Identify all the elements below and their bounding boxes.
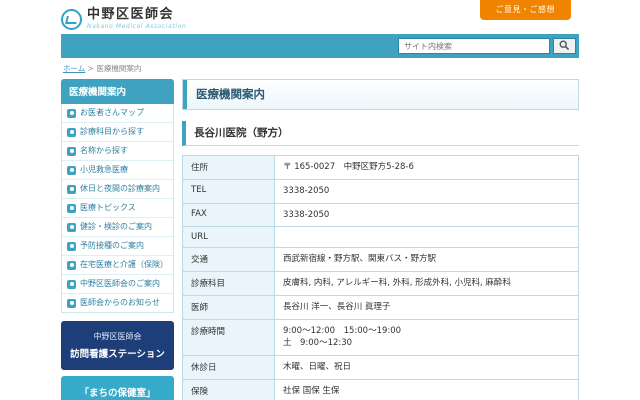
logo-icon [61,9,82,30]
sidebar: 医療機関案内 お医者さんマップ 診療科目から探す 名称から探す 小児救急医療 休… [61,79,174,400]
table-row: 住所〒 165-0027 中野区野方5-28-6 [183,156,579,180]
search-button[interactable] [553,38,576,54]
syringe-icon [67,242,76,251]
table-row: 診療科目皮膚科, 内科, アレルギー科, 外科, 形成外科, 小児科, 麻酔科 [183,272,579,296]
page-title: 医療機関案内 [182,79,579,110]
magnifier-icon [67,147,76,156]
home-icon [67,261,76,270]
machi-no-hokenshitsu-banner[interactable]: 「まちの保健室」 相談受付中 [61,376,174,400]
stethoscope-icon [67,128,76,137]
site-subtitle: Nakano Medical Association [87,23,186,30]
site-logo[interactable]: 中野区医師会 Nakano Medical Association [61,4,186,30]
search-bar [61,34,579,58]
site-header: 中野区医師会 Nakano Medical Association ご意見・ご感… [61,0,579,34]
sidebar-item-association-info[interactable]: 中野区医師会のご案内 [62,275,173,294]
page: 中野区医師会 Nakano Medical Association ご意見・ご感… [61,0,579,400]
table-row: FAX3338-2050 [183,203,579,227]
table-row: 保険社保 国保 生保 [183,379,579,400]
lightbulb-icon [67,204,76,213]
megaphone-icon [67,299,76,308]
main-content: 医療機関案内 長谷川医院（野方） 住所〒 165-0027 中野区野方5-28-… [182,79,579,400]
sidebar-item-search-by-department[interactable]: 診療科目から探す [62,123,173,142]
sidebar-header: 医療機関案内 [61,79,174,104]
breadcrumb: ホーム > 医療機関案内 [61,58,579,79]
sidebar-item-vaccination[interactable]: 予防接種のご案内 [62,237,173,256]
breadcrumb-home-link[interactable]: ホーム [63,64,85,73]
sidebar-item-medical-topics[interactable]: 医療トピックス [62,199,173,218]
association-icon [67,280,76,289]
site-title: 中野区医師会 [87,8,186,23]
table-row: URL [183,227,579,248]
sidebar-item-association-news[interactable]: 医師会からのお知らせ [62,294,173,312]
document-icon [67,223,76,232]
search-input[interactable] [398,38,550,54]
sidebar-item-pediatric-emergency[interactable]: 小児救急医療 [62,161,173,180]
sidebar-item-doctor-map[interactable]: お医者さんマップ [62,104,173,123]
table-row: 医師長谷川 洋一、長谷川 眞理子 [183,295,579,319]
emergency-icon [67,166,76,175]
sidebar-item-health-checkup[interactable]: 健診・検診のご案内 [62,218,173,237]
clinic-name-heading: 長谷川医院（野方） [182,121,579,146]
search-icon [559,39,570,54]
visiting-nurse-station-banner[interactable]: 中野区医師会 訪問看護ステーション [61,321,174,370]
sidebar-nav: お医者さんマップ 診療科目から探す 名称から探す 小児救急医療 休日と夜間の診療… [61,104,174,313]
breadcrumb-current: 医療機関案内 [96,64,141,73]
clinic-info-table: 住所〒 165-0027 中野区野方5-28-6 TEL3338-2050 FA… [182,155,579,400]
table-row: TEL3338-2050 [183,179,579,203]
table-row: 診療時間9:00〜12:00 15:00〜19:00 土 9:00〜12:30 [183,319,579,356]
feedback-button[interactable]: ご意見・ご感想 [480,0,572,20]
sidebar-item-search-by-name[interactable]: 名称から探す [62,142,173,161]
sidebar-item-home-care[interactable]: 在宅医療と介護（保険） [62,256,173,275]
map-icon [67,109,76,118]
sidebar-item-holiday-night-care[interactable]: 休日と夜間の診療案内 [62,180,173,199]
table-row: 休診日木曜、日曜、祝日 [183,356,579,380]
table-row: 交通西武新宿線・野方駅、関東バス・野方駅 [183,248,579,272]
breadcrumb-separator: > [88,64,94,73]
moon-icon [67,185,76,194]
